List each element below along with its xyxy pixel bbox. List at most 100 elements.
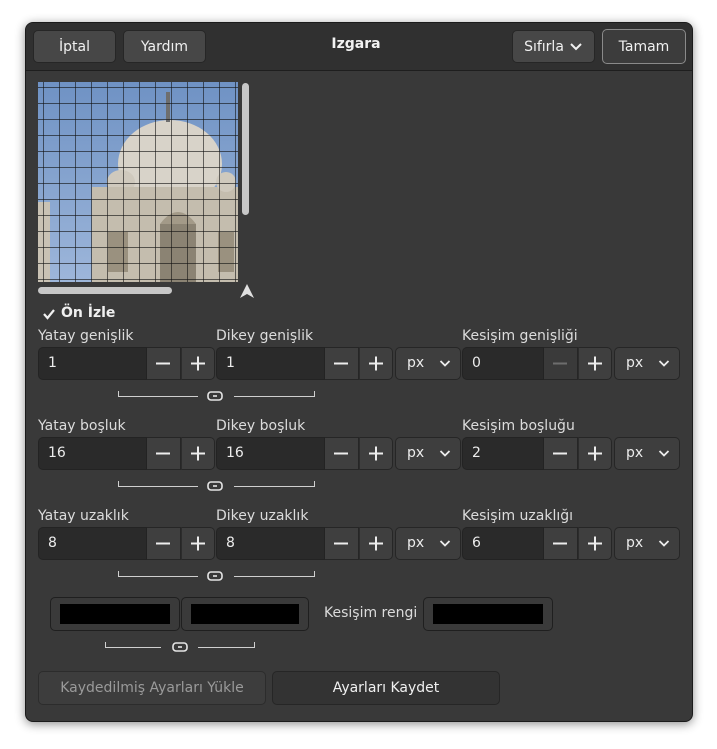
plus-icon <box>369 446 383 461</box>
spacing-unit-select[interactable]: px <box>395 437 461 470</box>
chevron-down-icon <box>570 42 582 50</box>
minus-icon <box>553 362 567 365</box>
vertical-color-button[interactable] <box>181 597 309 631</box>
width-unit-select[interactable]: px <box>395 347 461 380</box>
offset-unit-select[interactable]: px <box>395 527 461 560</box>
dialog-title: Izgara <box>331 36 381 52</box>
minus-icon <box>334 362 348 365</box>
intersection-width-increment[interactable] <box>578 347 612 380</box>
chevron-down-icon <box>658 540 670 547</box>
preview-toggle[interactable]: Ön İzle <box>42 304 142 324</box>
chevron-down-icon <box>439 540 451 547</box>
horizontal-offset-increment[interactable] <box>181 527 215 560</box>
unit-label: px <box>626 535 644 551</box>
intersection-spacing-decrement[interactable] <box>544 437 578 470</box>
intersection-color-label: Kesişim rengi <box>324 605 418 621</box>
vertical-width-increment[interactable] <box>359 347 393 380</box>
vertical-offset-decrement[interactable] <box>325 527 359 560</box>
minus-icon <box>334 452 348 455</box>
vertical-spacing-decrement[interactable] <box>325 437 359 470</box>
vertical-offset-increment[interactable] <box>359 527 393 560</box>
plus-icon <box>191 446 205 461</box>
preview-vertical-scrollbar[interactable] <box>242 83 249 215</box>
chevron-down-icon <box>439 360 451 367</box>
help-button[interactable]: Yardım <box>123 30 206 63</box>
plus-icon <box>191 356 205 371</box>
intersection-offset-label: Kesişim uzaklığı <box>462 508 574 524</box>
vertical-width-input[interactable]: 1 <box>216 347 325 380</box>
intersection-spacing-label: Kesişim boşluğu <box>462 418 575 434</box>
grid-dialog: İptal Yardım Izgara Sıfırla Tamam Ön İzl… <box>25 22 693 722</box>
plus-icon <box>588 356 602 371</box>
intersection-spacing-input[interactable]: 2 <box>462 437 544 470</box>
horizontal-offset-label: Yatay uzaklık <box>38 508 129 524</box>
intersection-width-decrement[interactable] <box>544 347 578 380</box>
minus-icon <box>156 362 170 365</box>
minus-icon <box>553 452 567 455</box>
vertical-offset-input[interactable]: 8 <box>216 527 325 560</box>
preview-photo <box>38 82 238 282</box>
minus-icon <box>156 452 170 455</box>
unit-label: px <box>407 445 425 461</box>
vertical-width-decrement[interactable] <box>325 347 359 380</box>
chain-icon <box>172 642 188 652</box>
vertical-spacing-input[interactable]: 16 <box>216 437 325 470</box>
horizontal-width-label: Yatay genişlik <box>38 328 134 344</box>
horizontal-width-input[interactable]: 1 <box>38 347 147 380</box>
minus-icon <box>156 542 170 545</box>
plus-icon <box>191 536 205 551</box>
cancel-button[interactable]: İptal <box>33 30 116 63</box>
save-settings-button[interactable]: Ayarları Kaydet <box>272 671 500 705</box>
preview-horizontal-scrollbar[interactable] <box>38 287 172 294</box>
horizontal-spacing-input[interactable]: 16 <box>38 437 147 470</box>
reset-button[interactable]: Sıfırla <box>512 30 595 63</box>
chain-icon <box>207 571 223 581</box>
intersection-color-button[interactable] <box>423 597 553 631</box>
intersection-color-swatch <box>433 604 543 624</box>
intersection-width-unit-select[interactable]: px <box>614 347 680 380</box>
horizontal-offset-decrement[interactable] <box>147 527 181 560</box>
vertical-spacing-increment[interactable] <box>359 437 393 470</box>
unit-label: px <box>626 355 644 371</box>
chevron-down-icon <box>439 450 451 457</box>
intersection-offset-decrement[interactable] <box>544 527 578 560</box>
horizontal-width-increment[interactable] <box>181 347 215 380</box>
chevron-down-icon <box>658 360 670 367</box>
vertical-offset-label: Dikey uzaklık <box>216 508 309 524</box>
chevron-down-icon <box>658 450 670 457</box>
chain-icon <box>207 481 223 491</box>
vertical-width-label: Dikey genişlik <box>216 328 314 344</box>
horizontal-spacing-decrement[interactable] <box>147 437 181 470</box>
preview-image <box>38 82 238 282</box>
horizontal-spacing-label: Yatay boşluk <box>38 418 126 434</box>
horizontal-offset-input[interactable]: 8 <box>38 527 147 560</box>
unit-label: px <box>407 535 425 551</box>
intersection-spacing-increment[interactable] <box>578 437 612 470</box>
horizontal-color-swatch <box>60 604 170 624</box>
preview-label: Ön İzle <box>61 305 116 321</box>
unit-label: px <box>626 445 644 461</box>
plus-icon <box>369 356 383 371</box>
horizontal-color-button[interactable] <box>50 597 180 631</box>
intersection-offset-increment[interactable] <box>578 527 612 560</box>
chain-icon <box>207 391 223 401</box>
vertical-spacing-label: Dikey boşluk <box>216 418 306 434</box>
reset-label: Sıfırla <box>524 38 564 55</box>
intersection-offset-input[interactable]: 6 <box>462 527 544 560</box>
plus-icon <box>588 536 602 551</box>
minus-icon <box>553 542 567 545</box>
ok-button[interactable]: Tamam <box>602 29 686 64</box>
plus-icon <box>588 446 602 461</box>
vertical-color-swatch <box>191 604 299 624</box>
unit-label: px <box>407 355 425 371</box>
intersection-offset-unit-select[interactable]: px <box>614 527 680 560</box>
intersection-width-input[interactable]: 0 <box>462 347 544 380</box>
dialog-header: İptal Yardım Izgara Sıfırla Tamam <box>26 23 692 71</box>
horizontal-spacing-increment[interactable] <box>181 437 215 470</box>
intersection-width-label: Kesişim genişliği <box>462 328 578 344</box>
navigate-arrow-icon[interactable] <box>238 283 256 299</box>
intersection-spacing-unit-select[interactable]: px <box>614 437 680 470</box>
load-saved-settings-button[interactable]: Kaydedilmiş Ayarları Yükle <box>38 671 266 705</box>
check-icon <box>43 309 55 320</box>
horizontal-width-decrement[interactable] <box>147 347 181 380</box>
